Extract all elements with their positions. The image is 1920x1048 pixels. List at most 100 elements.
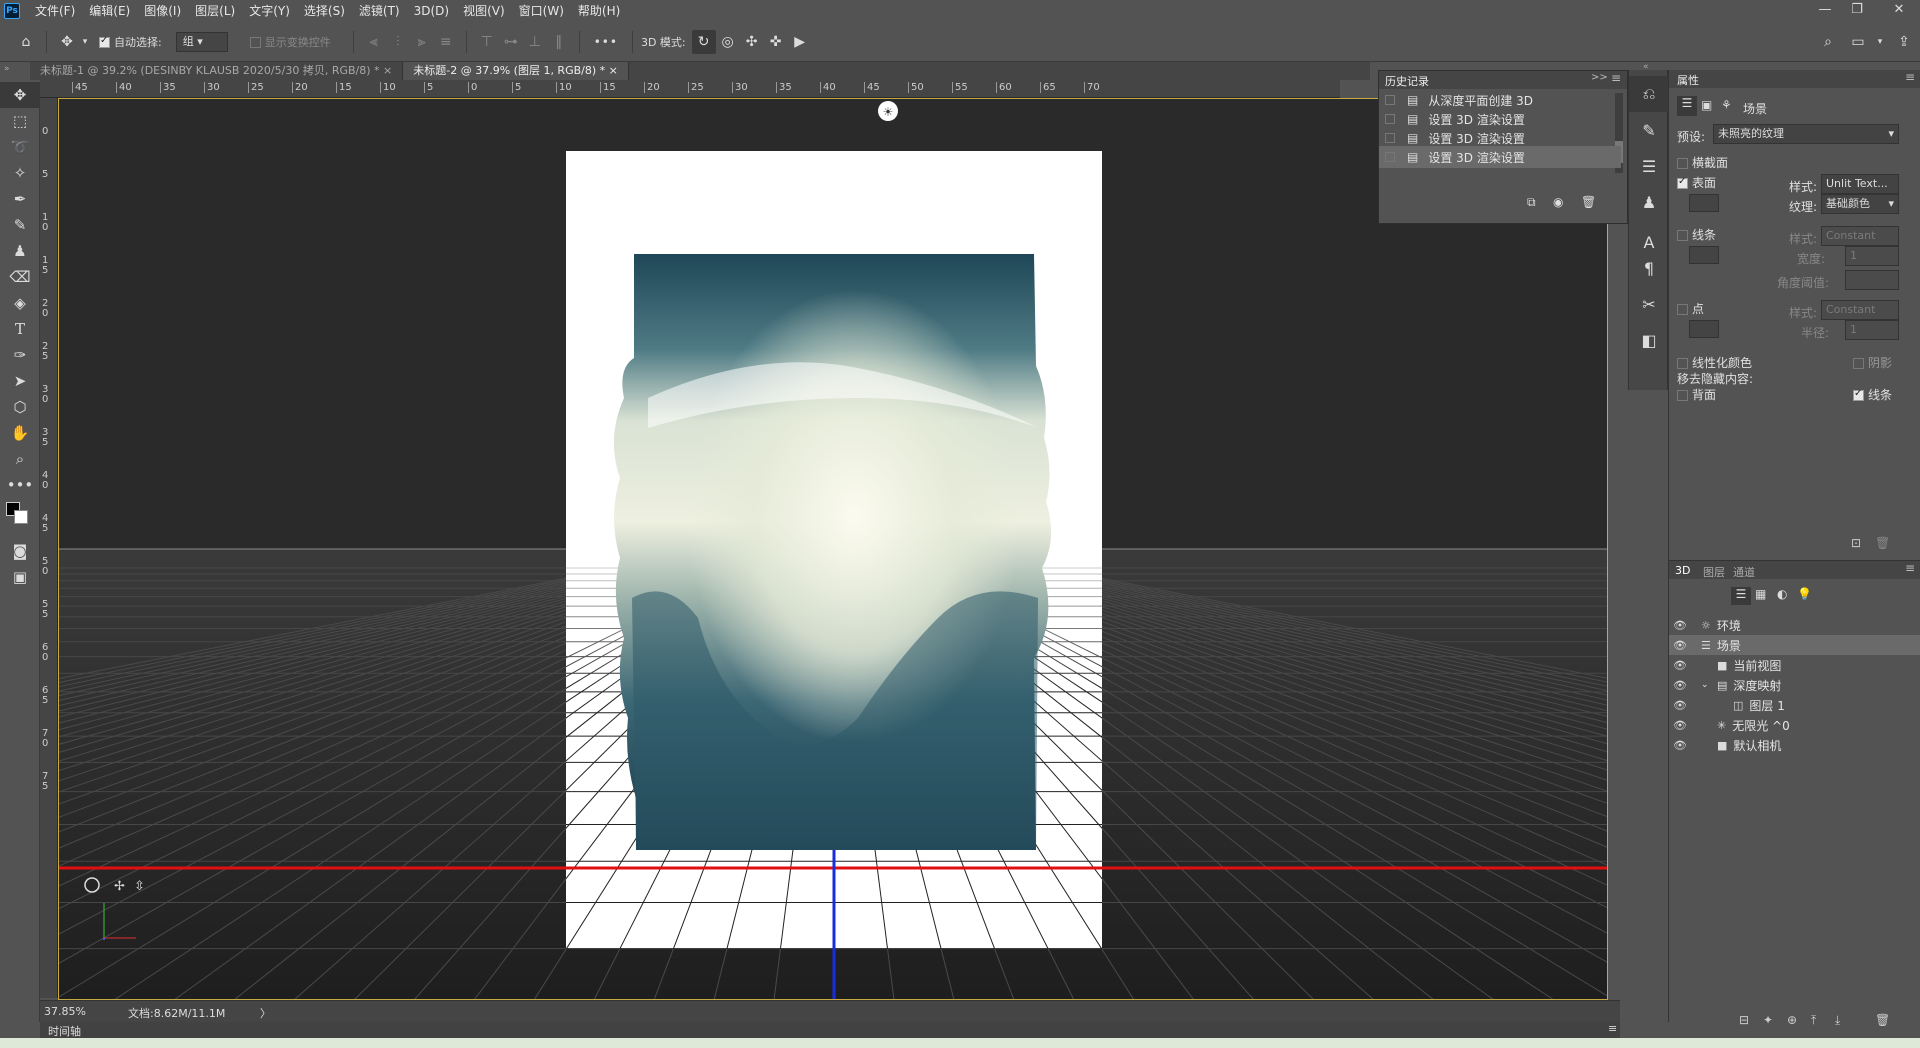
trash-icon[interactable]: 🗑 — [1875, 536, 1890, 550]
layer-comps-icon[interactable]: ◧ — [1629, 322, 1669, 358]
panel-menu-icon[interactable]: ≡ — [1905, 561, 1915, 575]
canvas-viewport[interactable]: ☀ ✢ ⇳ — [58, 98, 1608, 1000]
roll-3d-icon[interactable]: ◎ — [716, 30, 740, 54]
menu-item[interactable]: 选择(S) — [297, 0, 352, 22]
lines-color-swatch[interactable] — [1689, 246, 1719, 264]
visibility-eye-icon[interactable]: 👁 — [1669, 719, 1691, 732]
auto-select-dropdown[interactable]: 组 ▾ — [175, 31, 228, 52]
quick-mask-icon[interactable]: ◙ — [0, 538, 40, 564]
menu-item[interactable]: 文字(Y) — [242, 0, 297, 22]
shadow-checkbox[interactable]: 阴影 — [1853, 354, 1892, 371]
panel-menu-icon[interactable]: ≡ — [1905, 70, 1915, 84]
texture-dropdown[interactable]: 基础颜色 ▾ — [1821, 194, 1899, 214]
chevron-down-icon[interactable]: ▾ — [79, 30, 91, 54]
menu-item[interactable]: 3D(D) — [407, 0, 456, 22]
share-icon[interactable]: ⇪ — [1892, 30, 1916, 54]
align-left-icon[interactable]: ⫷ — [362, 30, 386, 54]
path-select-icon[interactable]: ➤ — [0, 368, 40, 394]
menu-item[interactable]: 图像(I) — [137, 0, 188, 22]
points-color-swatch[interactable] — [1689, 320, 1719, 338]
menu-item[interactable]: 帮助(H) — [571, 0, 627, 22]
radius-field[interactable]: 1 — [1845, 320, 1899, 340]
zoom-camera-icon[interactable]: ▶ — [788, 30, 812, 54]
history-checkbox[interactable] — [1385, 114, 1395, 124]
linearize-checkbox[interactable]: 线性化颜色 — [1677, 354, 1752, 371]
paragraph-icon[interactable]: ¶ — [1629, 250, 1669, 286]
move-tool-icon[interactable]: ✥ — [55, 30, 79, 54]
visibility-eye-icon[interactable]: 👁 — [1669, 739, 1691, 752]
tab-channels[interactable]: 通道 — [1733, 564, 1755, 580]
marquee-tool-icon[interactable]: ⬚ — [0, 108, 40, 134]
pan-3d-icon[interactable]: ✣ — [740, 30, 764, 54]
points-checkbox[interactable]: 点 — [1677, 300, 1704, 317]
materials-icon[interactable]: ◐ — [1777, 587, 1787, 601]
workspace-icon[interactable]: ▭ — [1846, 30, 1870, 54]
collapse-toolbar-icon[interactable]: » — [4, 64, 10, 74]
tab-document-2[interactable]: 未标题-2 @ 37.9% (图层 1, RGB/8) * × — [403, 62, 629, 80]
properties-title[interactable]: 属性 — [1677, 72, 1699, 88]
eyedropper-icon[interactable]: ✒ — [0, 186, 40, 212]
align-center-icon[interactable]: ⫶ — [386, 30, 410, 54]
panel-menu-icon[interactable]: ≡ — [1611, 71, 1621, 85]
panel-collapse-icon[interactable]: >> — [1591, 72, 1608, 83]
align-right-icon[interactable]: ⫸ — [410, 30, 434, 54]
trash-icon[interactable]: 🗑 — [1581, 195, 1596, 209]
scene-tab-icon[interactable]: ☰ — [1677, 96, 1697, 116]
scene-tree-item[interactable]: 👁 ⌄ ▤ 深度映射 — [1669, 675, 1920, 695]
auto-select-checkbox[interactable] — [99, 35, 114, 49]
close-window-button[interactable]: ✕ — [1886, 0, 1912, 22]
chevron-down-icon[interactable]: ⌄ — [1701, 680, 1711, 690]
add-object-icon[interactable]: ⊕ — [1787, 1013, 1797, 1027]
paint-bucket-icon[interactable]: ◈ — [0, 290, 40, 316]
lines-hidden-checkbox[interactable]: 线条 — [1853, 386, 1892, 403]
surface-color-swatch[interactable] — [1689, 194, 1719, 212]
new-mesh-icon[interactable]: ⤒ — [1811, 1013, 1816, 1028]
width-field[interactable]: 1 — [1845, 246, 1899, 266]
preset-dropdown[interactable]: 未照亮的纹理 ▾ — [1713, 124, 1899, 144]
lasso-tool-icon[interactable]: ➰ — [0, 134, 40, 160]
close-tab-icon[interactable]: × — [609, 64, 618, 77]
document-size[interactable]: 文档:8.62M/11.1M — [128, 1005, 225, 1021]
tool-presets-icon[interactable]: ✂ — [1629, 286, 1669, 322]
surface-checkbox[interactable]: 表面 — [1677, 174, 1716, 191]
restore-button[interactable]: ❐ — [1844, 0, 1870, 22]
show-transform-checkbox[interactable] — [249, 35, 265, 49]
whole-scene-icon[interactable]: ☰ — [1731, 587, 1751, 605]
menu-item[interactable]: 图层(L) — [188, 0, 242, 22]
scene-tree-item[interactable]: 👁 ☼ 环境 — [1669, 615, 1920, 635]
snapshot-camera-icon[interactable]: ◉ — [1553, 195, 1563, 209]
lines-checkbox[interactable]: 线条 — [1677, 226, 1716, 243]
search-icon[interactable]: ⌕ — [1816, 30, 1840, 54]
visibility-eye-icon[interactable]: 👁 — [1669, 699, 1691, 712]
surface-style-dropdown[interactable]: Unlit Text... — [1821, 174, 1899, 194]
type-tool-icon[interactable]: T — [0, 316, 40, 342]
backface-checkbox[interactable]: 背面 — [1677, 386, 1716, 403]
brush-panel-icon[interactable]: ✎ — [1629, 112, 1669, 148]
scene-tree-item[interactable]: 👁 ◫ 图层 1 — [1669, 695, 1920, 715]
render-icon[interactable]: ⊟ — [1739, 1013, 1749, 1027]
background-color[interactable] — [14, 510, 28, 524]
menu-item[interactable]: 文件(F) — [28, 0, 82, 22]
menu-item[interactable]: 视图(V) — [456, 0, 512, 22]
scene-tree-item[interactable]: 👁 ■ 默认相机 — [1669, 735, 1920, 755]
distribute-vertical-icon[interactable]: ‖ — [547, 30, 571, 54]
tab-3d[interactable]: 3D — [1675, 564, 1690, 577]
eraser-tool-icon[interactable]: ⌫ — [0, 264, 40, 290]
align-top-icon[interactable]: ⊤ — [475, 30, 499, 54]
align-bottom-icon[interactable]: ⊥ — [523, 30, 547, 54]
orbit-3d-icon[interactable]: ↻ — [691, 29, 716, 54]
move-tool-icon[interactable]: ✥ — [0, 82, 40, 108]
expand-panels-icon[interactable]: « — [1643, 62, 1649, 72]
history-checkbox[interactable] — [1385, 95, 1395, 105]
tab-layers[interactable]: 图层 — [1703, 564, 1725, 580]
clone-source-icon[interactable]: ♟ — [1629, 184, 1669, 220]
import-icon[interactable]: ⤓ — [1835, 1013, 1840, 1028]
zoom-level[interactable]: 37.85% — [44, 1005, 86, 1018]
minimize-button[interactable]: — — [1812, 0, 1838, 22]
scene-tree-item[interactable]: 👁 ☰ 场景 — [1669, 635, 1920, 655]
distribute-icon[interactable]: ≡ — [434, 30, 458, 54]
stamp-tool-icon[interactable]: ♟ — [0, 238, 40, 264]
magic-wand-icon[interactable]: ✧ — [0, 160, 40, 186]
lights-icon[interactable]: 💡 — [1797, 587, 1812, 601]
scene-tree-item[interactable]: 👁 ■ 当前视图 — [1669, 655, 1920, 675]
